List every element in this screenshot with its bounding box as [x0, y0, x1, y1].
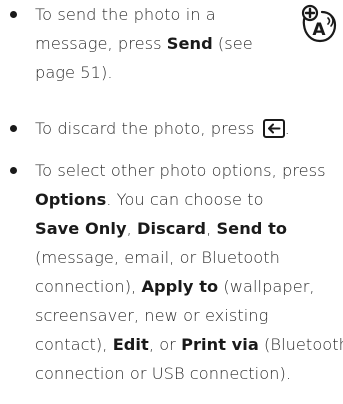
back-key-icon — [262, 119, 285, 138]
list-item-text: To discard the photo, press . — [35, 114, 290, 143]
key-term: Discard — [137, 219, 207, 238]
key-term: Print via — [181, 335, 259, 354]
text-line: message, press Send (see — [35, 29, 253, 58]
text-line: contact), Edit, or Print via (Bluetooth — [35, 330, 343, 359]
text-run: contact), — [35, 335, 113, 354]
text-run: message, press — [35, 34, 167, 53]
text-line: connection or USB connection). — [35, 359, 343, 388]
key-term: Options — [35, 190, 107, 209]
text-run: . — [284, 119, 290, 138]
text-run: (Bluetooth — [258, 335, 343, 354]
text-line: To send the photo in a — [35, 0, 253, 29]
text-line: Options. You can choose to — [35, 185, 343, 214]
list-item-text: To select other photo options, press Opti… — [35, 156, 343, 388]
text-run: (message, email, or Bluetooth — [35, 248, 280, 267]
feature-icon-letter: A — [312, 20, 326, 40]
text-run: , or — [148, 335, 182, 354]
manual-page: To send the photo in a message, press Sen… — [0, 0, 343, 404]
text-line: To select other photo options, press — [35, 156, 343, 185]
key-term: Send — [166, 34, 213, 53]
text-run: (wallpaper, — [218, 277, 315, 296]
text-line: connection), Apply to (wallpaper, — [35, 272, 343, 301]
network-feature-icon: A — [301, 4, 337, 43]
key-term: Send to — [216, 219, 288, 238]
list-item-text: To send the photo in a message, press Sen… — [35, 0, 253, 87]
text-run: page 51). — [35, 63, 113, 82]
bullet-dot — [10, 11, 17, 18]
text-run: To select other photo options, press — [35, 161, 326, 180]
text-line: (message, email, or Bluetooth — [35, 243, 343, 272]
key-term: Apply to — [141, 277, 219, 296]
text-run: , — [206, 219, 217, 238]
text-run: To discard the photo, press — [35, 119, 260, 138]
text-run: (see — [212, 34, 253, 53]
bullet-dot — [10, 167, 17, 174]
text-line: screensaver, new or existing — [35, 301, 343, 330]
text-line: Save Only, Discard, Send to — [35, 214, 343, 243]
text-run: , — [126, 219, 137, 238]
text-run: To send the photo in a — [35, 5, 216, 24]
text-run: connection or USB connection). — [35, 364, 292, 383]
text-run: connection), — [35, 277, 142, 296]
bullet-dot — [10, 125, 17, 132]
text-line: To discard the photo, press . — [35, 114, 290, 143]
key-term: Save Only — [35, 219, 127, 238]
text-line: page 51). — [35, 58, 253, 87]
text-run: screensaver, new or existing — [35, 306, 269, 325]
key-term: Edit — [112, 335, 149, 354]
text-run: . You can choose to — [106, 190, 264, 209]
